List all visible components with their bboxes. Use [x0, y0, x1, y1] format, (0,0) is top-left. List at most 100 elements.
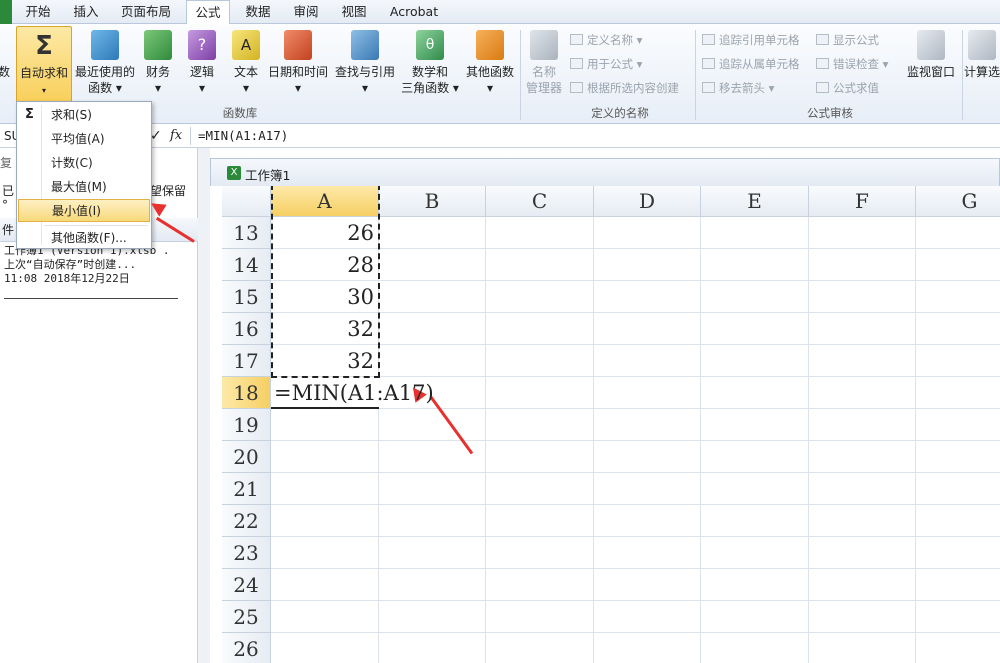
- menu-item-count[interactable]: 计数(C): [18, 152, 150, 175]
- cell-f22[interactable]: [809, 505, 916, 537]
- cell-g23[interactable]: [916, 537, 1000, 569]
- cell-e21[interactable]: [701, 473, 809, 505]
- insert-function-fx-icon[interactable]: fx: [170, 126, 190, 146]
- tab-review[interactable]: 审阅: [286, 0, 326, 24]
- remove-arrows-button[interactable]: 移去箭头 ▾: [702, 80, 774, 96]
- cell-a21[interactable]: [271, 473, 379, 505]
- cell-f19[interactable]: [809, 409, 916, 441]
- define-name-button[interactable]: 定义名称 ▾: [570, 32, 642, 48]
- column-header-e[interactable]: E: [701, 186, 809, 217]
- cell-e25[interactable]: [701, 601, 809, 633]
- calc-options-button[interactable]: 计算选: [964, 26, 1000, 80]
- column-header-d[interactable]: D: [594, 186, 701, 217]
- cell-a20[interactable]: [271, 441, 379, 473]
- financial-button[interactable]: 财务 ▾: [140, 26, 176, 96]
- use-in-formula-button[interactable]: 用于公式 ▾: [570, 56, 642, 72]
- row-header-23[interactable]: 23: [222, 537, 271, 569]
- cell-e23[interactable]: [701, 537, 809, 569]
- row-header-20[interactable]: 20: [222, 441, 271, 473]
- cell-d24[interactable]: [594, 569, 701, 601]
- cell-f14[interactable]: [809, 249, 916, 281]
- cell-b21[interactable]: [379, 473, 486, 505]
- cell-c13[interactable]: [486, 217, 594, 249]
- cell-g14[interactable]: [916, 249, 1000, 281]
- cell-d23[interactable]: [594, 537, 701, 569]
- row-header-22[interactable]: 22: [222, 505, 271, 537]
- cell-d16[interactable]: [594, 313, 701, 345]
- cell-d26[interactable]: [594, 633, 701, 663]
- cell-d25[interactable]: [594, 601, 701, 633]
- cell-c21[interactable]: [486, 473, 594, 505]
- cell-f16[interactable]: [809, 313, 916, 345]
- show-formulas-button[interactable]: 显示公式: [816, 32, 879, 48]
- cell-d20[interactable]: [594, 441, 701, 473]
- cell-g21[interactable]: [916, 473, 1000, 505]
- cell-f13[interactable]: [809, 217, 916, 249]
- cell-a22[interactable]: [271, 505, 379, 537]
- recent-functions-button[interactable]: 最近使用的 函数 ▾: [74, 26, 136, 96]
- cell-c14[interactable]: [486, 249, 594, 281]
- cell-c19[interactable]: [486, 409, 594, 441]
- insert-function-button[interactable]: 数: [0, 64, 10, 80]
- row-header-26[interactable]: 26: [222, 633, 271, 663]
- cell-c15[interactable]: [486, 281, 594, 313]
- cell-d21[interactable]: [594, 473, 701, 505]
- datetime-button[interactable]: 日期和时间 ▾: [265, 26, 331, 96]
- tab-home[interactable]: 开始: [18, 0, 58, 24]
- cell-b14[interactable]: [379, 249, 486, 281]
- cell-g26[interactable]: [916, 633, 1000, 663]
- column-header-c[interactable]: C: [486, 186, 594, 217]
- cell-f17[interactable]: [809, 345, 916, 377]
- cell-a18[interactable]: =MIN(A1:A17): [271, 377, 434, 409]
- evaluate-formula-button[interactable]: 公式求值: [816, 80, 879, 96]
- cell-g24[interactable]: [916, 569, 1000, 601]
- cell-f26[interactable]: [809, 633, 916, 663]
- trace-precedents-button[interactable]: 追踪引用单元格: [702, 32, 800, 48]
- cell-f15[interactable]: [809, 281, 916, 313]
- cell-e14[interactable]: [701, 249, 809, 281]
- cell-c25[interactable]: [486, 601, 594, 633]
- cell-b24[interactable]: [379, 569, 486, 601]
- cell-d14[interactable]: [594, 249, 701, 281]
- cell-g22[interactable]: [916, 505, 1000, 537]
- column-header-f[interactable]: F: [809, 186, 916, 217]
- cell-d17[interactable]: [594, 345, 701, 377]
- cell-d22[interactable]: [594, 505, 701, 537]
- cell-b22[interactable]: [379, 505, 486, 537]
- cell-g19[interactable]: [916, 409, 1000, 441]
- cell-e22[interactable]: [701, 505, 809, 537]
- cell-b15[interactable]: [379, 281, 486, 313]
- cell-f21[interactable]: [809, 473, 916, 505]
- cell-b13[interactable]: [379, 217, 486, 249]
- menu-item-sum[interactable]: 求和(S): [18, 104, 150, 127]
- row-header-24[interactable]: 24: [222, 569, 271, 601]
- cell-e18[interactable]: [701, 377, 809, 409]
- math-trig-button[interactable]: θ 数学和 三角函数 ▾: [398, 26, 462, 96]
- cell-g20[interactable]: [916, 441, 1000, 473]
- column-header-b[interactable]: B: [379, 186, 486, 217]
- cell-f25[interactable]: [809, 601, 916, 633]
- cell-a25[interactable]: [271, 601, 379, 633]
- cell-e24[interactable]: [701, 569, 809, 601]
- row-header-17[interactable]: 17: [222, 345, 271, 377]
- watch-window-button[interactable]: 监视窗口: [903, 26, 959, 80]
- cell-c23[interactable]: [486, 537, 594, 569]
- cell-g13[interactable]: [916, 217, 1000, 249]
- row-header-16[interactable]: 16: [222, 313, 271, 345]
- cell-f24[interactable]: [809, 569, 916, 601]
- spreadsheet-grid[interactable]: ABCDEFG 13 26 14 28 15 30 16 32 17 32 18 =MIN(A1:A1…: [222, 186, 1000, 663]
- row-header-14[interactable]: 14: [222, 249, 271, 281]
- cell-e16[interactable]: [701, 313, 809, 345]
- cell-g15[interactable]: [916, 281, 1000, 313]
- cell-b20[interactable]: [379, 441, 486, 473]
- row-header-18[interactable]: 18: [222, 377, 271, 409]
- cell-e15[interactable]: [701, 281, 809, 313]
- name-manager-button[interactable]: 名称 管理器: [522, 26, 566, 96]
- cell-c20[interactable]: [486, 441, 594, 473]
- cell-e20[interactable]: [701, 441, 809, 473]
- lookup-button[interactable]: 查找与引用 ▾: [332, 26, 398, 96]
- row-header-13[interactable]: 13: [222, 217, 271, 249]
- cell-b19[interactable]: [379, 409, 486, 441]
- tab-acrobat[interactable]: Acrobat: [382, 0, 446, 24]
- create-from-selection-button[interactable]: 根据所选内容创建: [570, 80, 679, 96]
